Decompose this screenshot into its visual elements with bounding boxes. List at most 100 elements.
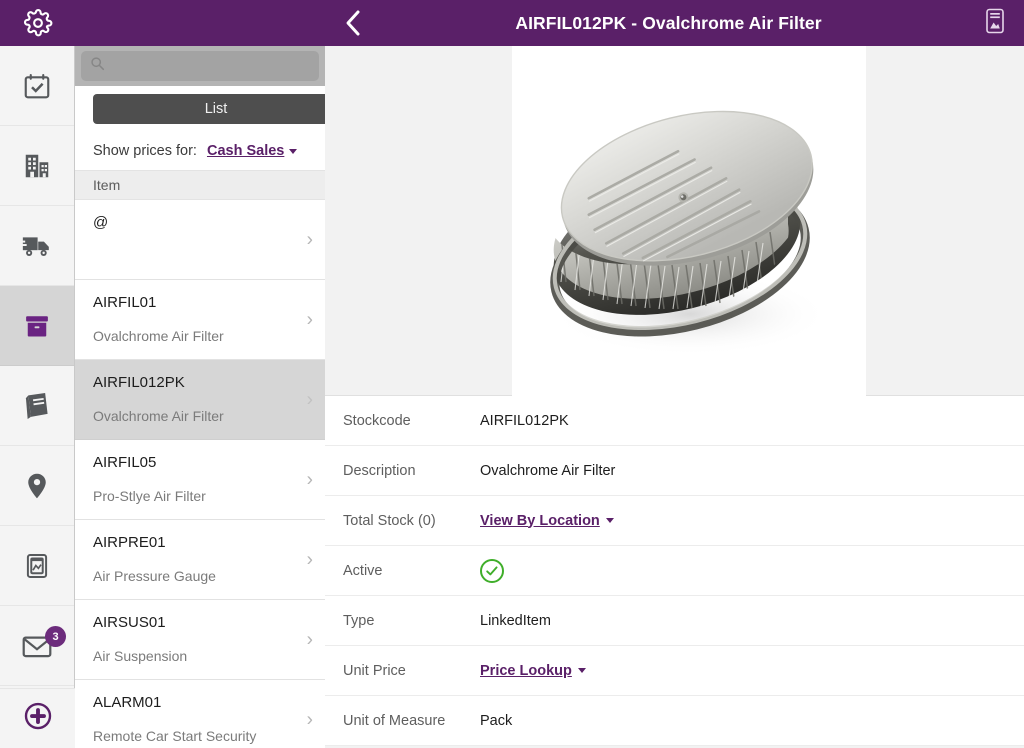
save-button[interactable]	[966, 0, 1024, 46]
top-bar: AIRFIL012PK - Ovalchrome Air Filter	[0, 0, 1024, 46]
tab-list-label: List	[204, 101, 228, 117]
chevron-right-icon: ›	[306, 229, 313, 250]
building-icon	[22, 151, 52, 181]
list-item-code: AIRSUS01	[93, 614, 166, 631]
sidebar-item-calendar-task[interactable]	[0, 46, 74, 126]
sidebar-item-company[interactable]	[0, 126, 74, 206]
list-item-desc: Remote Car Start Security	[93, 728, 257, 744]
chevron-down-icon	[605, 518, 614, 523]
back-chevron-icon	[343, 8, 363, 38]
product-image-zone	[325, 46, 1024, 396]
top-bar-list-region	[75, 0, 325, 46]
field-stockcode: Stockcode AIRFIL012PK	[325, 396, 1024, 446]
list-item-desc: Ovalchrome Air Filter	[93, 328, 224, 344]
field-total-stock: Total Stock (0) View By Location	[325, 496, 1024, 546]
field-value: AIRFIL012PK	[480, 412, 569, 429]
list-item-desc: Air Pressure Gauge	[93, 568, 216, 584]
list-item[interactable]: AIRFIL05 Pro-Stlye Air Filter ›	[75, 440, 325, 520]
messages-badge: 3	[45, 626, 66, 647]
list-item[interactable]: AIRSUS01 Air Suspension ›	[75, 600, 325, 680]
detail-header: AIRFIL012PK - Ovalchrome Air Filter	[325, 0, 1024, 46]
field-label: Description	[343, 462, 416, 479]
sidebar-item-messages[interactable]: 3	[0, 606, 74, 686]
add-button[interactable]	[0, 688, 75, 748]
field-label: Active	[343, 562, 383, 579]
field-value: LinkedItem	[480, 612, 551, 629]
chevron-right-icon: ›	[306, 629, 313, 650]
field-value: Pack	[480, 712, 513, 729]
settings-button[interactable]	[0, 0, 75, 46]
chevron-down-icon	[577, 668, 586, 673]
list-item-code: @	[93, 214, 109, 231]
search-bar-region	[75, 46, 325, 86]
back-button[interactable]	[325, 0, 381, 46]
book-icon	[21, 390, 53, 422]
truck-icon	[21, 230, 53, 262]
calendar-check-icon	[22, 71, 52, 101]
gear-icon	[23, 8, 53, 38]
list-item-desc: Ovalchrome Air Filter	[93, 408, 224, 424]
detail-fields: Stockcode AIRFIL012PK Description Ovalch…	[325, 396, 1024, 746]
list-item-code: ALARM01	[93, 694, 162, 711]
show-prices-row: Show prices for: Cash Sales	[75, 132, 325, 170]
list-item-code: AIRFIL012PK	[93, 374, 185, 391]
list-item-code: AIRFIL05	[93, 454, 157, 471]
field-label: Total Stock (0)	[343, 512, 436, 529]
sidebar-rail: 3	[0, 46, 75, 748]
sidebar-item-deliveries[interactable]	[0, 206, 74, 286]
list-item[interactable]: AIRPRE01 Air Pressure Gauge ›	[75, 520, 325, 600]
add-circle-icon	[23, 701, 53, 736]
sidebar-item-catalogue[interactable]	[0, 366, 74, 446]
sidebar-item-reports[interactable]	[0, 526, 74, 606]
field-label: Type	[343, 612, 375, 629]
price-group-value: Cash Sales	[206, 143, 285, 159]
app-root: AIRFIL012PK - Ovalchrome Air Filter 3 Li…	[0, 0, 1024, 748]
field-unit-of-measure: Unit of Measure Pack	[325, 696, 1024, 746]
box-icon	[22, 311, 52, 341]
product-image-graphic	[512, 46, 866, 396]
search-box[interactable]	[81, 51, 319, 81]
item-list-panel: List Show prices for: Cash Sales Item @ …	[75, 46, 325, 748]
list-item-code: AIRFIL01	[93, 294, 157, 311]
field-label: Stockcode	[343, 412, 411, 429]
field-active: Active	[325, 546, 1024, 596]
list-item-desc: Pro-Stlye Air Filter	[93, 488, 206, 504]
active-check-icon	[480, 558, 504, 583]
page-title: AIRFIL012PK - Ovalchrome Air Filter	[515, 12, 822, 33]
price-group-dropdown[interactable]: Cash Sales	[206, 143, 298, 159]
field-value: Ovalchrome Air Filter	[480, 462, 616, 479]
field-label: Unit of Measure	[343, 712, 446, 729]
list-item-code: AIRPRE01	[93, 534, 166, 551]
chevron-right-icon: ›	[306, 389, 313, 410]
chevron-right-icon: ›	[306, 549, 313, 570]
product-image	[512, 46, 866, 396]
save-icon	[984, 7, 1006, 40]
field-type: Type LinkedItem	[325, 596, 1024, 646]
list-item-selected[interactable]: AIRFIL012PK Ovalchrome Air Filter ›	[75, 360, 325, 440]
report-icon	[23, 552, 51, 580]
tab-list[interactable]: List	[93, 94, 325, 124]
view-by-location-link[interactable]: View By Location	[480, 513, 614, 529]
chevron-right-icon: ›	[306, 469, 313, 490]
field-label: Unit Price	[343, 662, 406, 679]
sidebar-item-inventory[interactable]	[0, 286, 74, 366]
list-section-header: Item	[75, 170, 325, 200]
chevron-right-icon: ›	[306, 709, 313, 730]
field-unit-price: Unit Price Price Lookup	[325, 646, 1024, 696]
view-segment-region: List	[75, 86, 325, 132]
map-pin-icon	[22, 471, 52, 501]
list-item-desc: Air Suspension	[93, 648, 188, 664]
search-input[interactable]	[105, 58, 319, 74]
price-lookup-link[interactable]: Price Lookup	[480, 663, 586, 679]
sidebar-item-locations[interactable]	[0, 446, 74, 526]
list-item[interactable]: AIRFIL01 Ovalchrome Air Filter ›	[75, 280, 325, 360]
field-description: Description Ovalchrome Air Filter	[325, 446, 1024, 496]
show-prices-label: Show prices for:	[93, 143, 197, 159]
item-detail-panel: Stockcode AIRFIL012PK Description Ovalch…	[325, 46, 1024, 748]
link-text: View By Location	[480, 512, 600, 529]
chevron-down-icon	[289, 148, 298, 154]
search-icon	[81, 56, 105, 76]
list-item[interactable]: ALARM01 Remote Car Start Security ›	[75, 680, 325, 748]
chevron-right-icon: ›	[306, 309, 313, 330]
list-item[interactable]: @ ›	[75, 200, 325, 280]
